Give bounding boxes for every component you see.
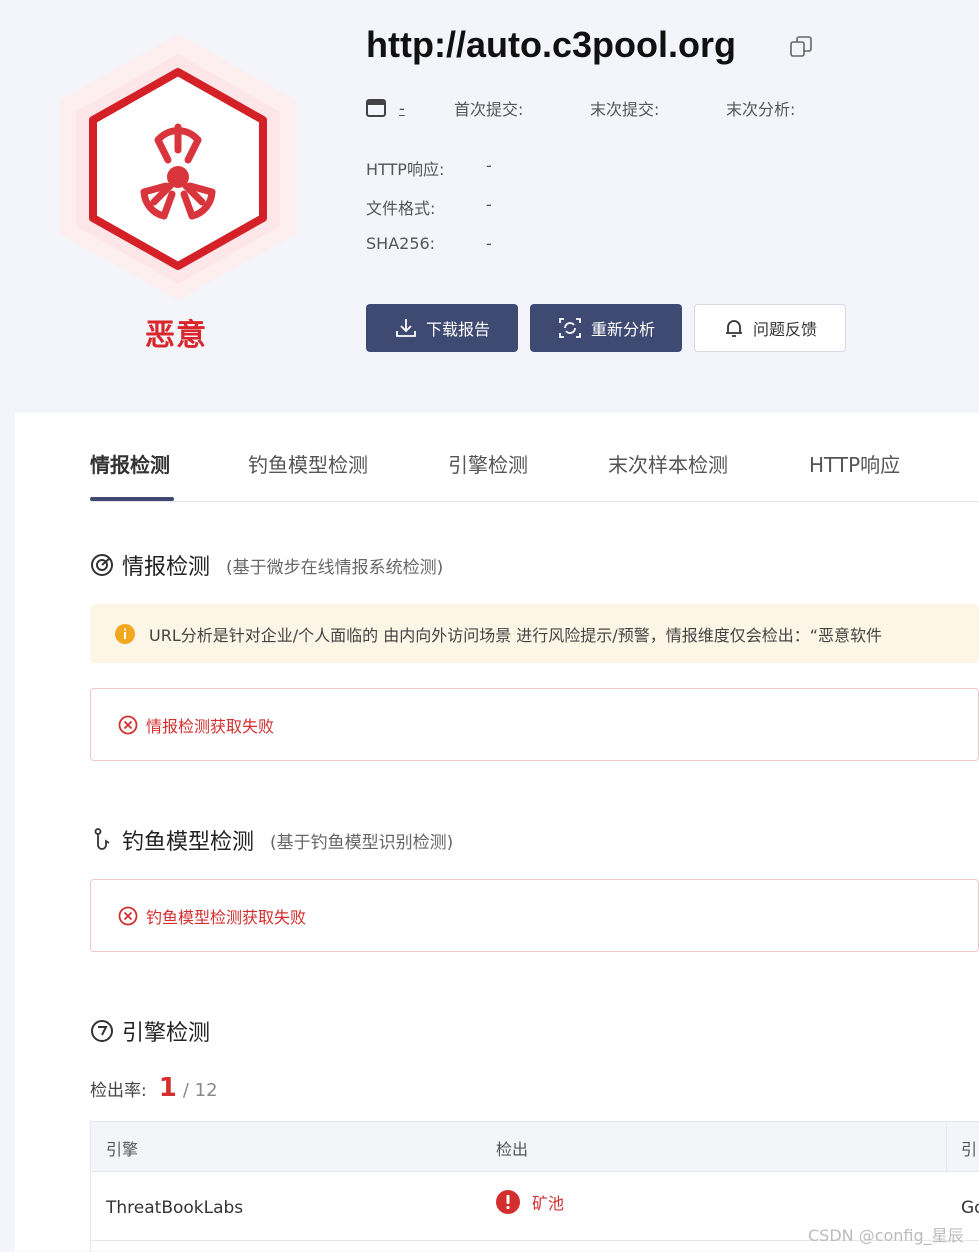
next-column-value: Go	[961, 1198, 979, 1218]
tab-last-sample[interactable]: 末次样本检测	[608, 449, 728, 478]
reanalyze-button[interactable]: 重新分析	[530, 304, 682, 352]
engine-title: 引擎检测	[122, 1021, 211, 1046]
download-report-label: 下载报告	[425, 320, 490, 339]
file-format-row: 文件格式: -	[366, 195, 492, 219]
first-submit-label: 首次提交:	[454, 100, 524, 119]
http-response-label: HTTP响应:	[366, 160, 445, 179]
meta-row: - 首次提交: 末次提交: 末次分析:	[366, 96, 795, 120]
page-title: http://auto.c3pool.org	[366, 24, 736, 65]
error-circle-icon	[118, 715, 138, 734]
fishing-hook-icon	[94, 828, 110, 850]
tab-phishing[interactable]: 钓鱼模型检测	[248, 449, 368, 478]
malicious-verdict-logo	[58, 32, 298, 302]
column-engine: 引擎	[106, 1140, 139, 1159]
http-response-row: HTTP响应: -	[366, 156, 492, 180]
column-next: 引	[961, 1140, 978, 1159]
sha256-label: SHA256:	[366, 234, 436, 253]
sha256-value: -	[486, 234, 492, 253]
http-response-value: -	[486, 156, 492, 175]
detection-rate-label: 检出率:	[90, 1081, 147, 1101]
tab-intel[interactable]: 情报检测	[90, 449, 170, 478]
engine-section-title: 引擎检测	[90, 1015, 210, 1047]
detection-total: / 12	[182, 1080, 218, 1101]
gauge-icon	[91, 1020, 113, 1042]
download-report-button[interactable]: 下载报告	[366, 304, 518, 352]
detection-hits: 1	[158, 1073, 177, 1103]
refresh-icon	[559, 318, 581, 338]
intel-error-box: 情报检测获取失败	[90, 688, 979, 761]
intel-section-title: 情报检测 (基于微步在线情报系统检测)	[90, 549, 443, 581]
browser-window-icon	[366, 99, 386, 117]
phishing-subtitle: (基于钓鱼模型识别检测)	[270, 832, 454, 853]
info-icon	[115, 623, 135, 644]
feedback-label: 问题反馈	[752, 320, 817, 339]
radar-icon	[91, 554, 113, 576]
detection-rate: 检出率: 1 / 12	[90, 1073, 218, 1103]
file-format-value: -	[486, 195, 492, 214]
phishing-error-text: 钓鱼模型检测获取失败	[146, 907, 307, 927]
intel-title: 情报检测	[122, 555, 211, 580]
detection-cell: 矿池	[496, 1190, 564, 1214]
download-icon	[396, 319, 416, 337]
watermark: CSDN @config_星辰	[808, 1226, 964, 1245]
tab-http-response[interactable]: HTTP响应	[809, 449, 900, 478]
error-circle-icon	[118, 906, 138, 925]
column-detection: 检出	[496, 1140, 529, 1159]
alert-icon	[496, 1190, 520, 1214]
sha256-row: SHA256: -	[366, 234, 492, 253]
type-value[interactable]: -	[399, 99, 405, 118]
analysis-card: 情报检测 钓鱼模型检测 引擎检测 末次样本检测 HTTP响应 情报检测 (基于微…	[15, 413, 979, 1252]
table-header: 引擎 检出 引	[91, 1122, 979, 1172]
phishing-title: 钓鱼模型检测	[122, 830, 255, 855]
engine-name: ThreatBookLabs	[106, 1198, 244, 1218]
notice-text: URL分析是针对企业/个人面临的 由内向外访问场景 进行风险提示/预警，情报维度…	[149, 625, 882, 645]
reanalyze-label: 重新分析	[590, 320, 655, 339]
feedback-button[interactable]: 问题反馈	[694, 304, 846, 352]
active-tab-indicator	[90, 497, 174, 501]
intel-error-text: 情报检测获取失败	[146, 716, 275, 736]
tab-engine[interactable]: 引擎检测	[448, 449, 528, 478]
bell-icon	[725, 320, 742, 337]
last-analysis-label: 末次分析:	[726, 100, 796, 119]
detection-label: 矿池	[532, 1194, 565, 1213]
last-submit-label: 末次提交:	[590, 100, 660, 119]
report-header: 恶意 http://auto.c3pool.org - 首次提交: 末次提交: …	[0, 0, 979, 412]
verdict-label: 恶意	[145, 318, 207, 353]
notice-banner: URL分析是针对企业/个人面临的 由内向外访问场景 进行风险提示/预警，情报维度…	[90, 604, 979, 663]
file-format-label: 文件格式:	[366, 199, 436, 218]
phishing-section-title: 钓鱼模型检测 (基于钓鱼模型识别检测)	[90, 824, 453, 856]
phishing-error-box: 钓鱼模型检测获取失败	[90, 879, 979, 952]
copy-icon[interactable]	[789, 35, 813, 59]
intel-subtitle: (基于微步在线情报系统检测)	[226, 557, 444, 578]
column-divider	[946, 1122, 947, 1171]
tab-bar: 情报检测 钓鱼模型检测 引擎检测 末次样本检测 HTTP响应	[90, 449, 979, 502]
